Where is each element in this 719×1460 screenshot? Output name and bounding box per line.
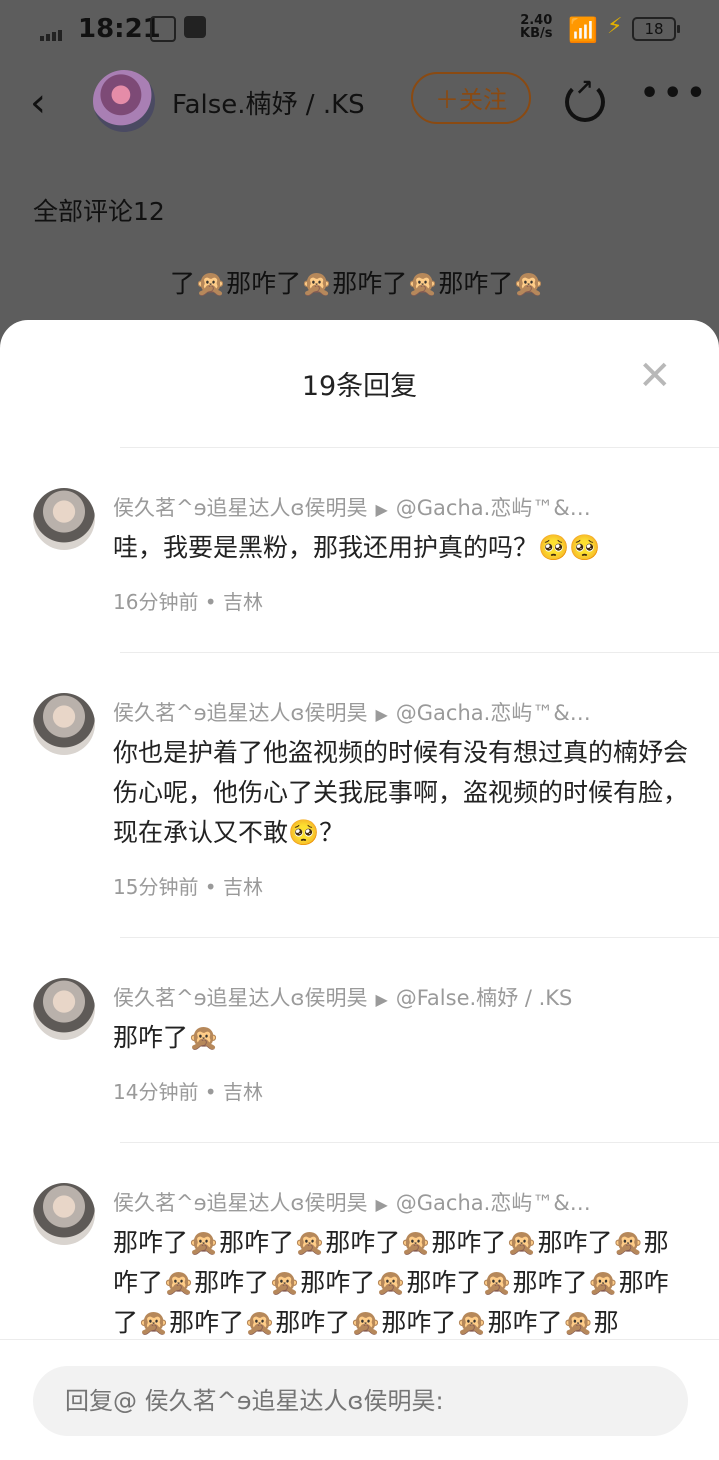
- top-nav: ‹ False.楠妤 / .KS ＋关注 •••: [0, 62, 719, 142]
- reply-time: 14分钟前 • 吉林: [113, 1080, 263, 1104]
- reply-text[interactable]: 那咋了🙊: [113, 1018, 688, 1058]
- reply-user[interactable]: 侯久茗^ɘ追星达人ɞ侯明昊: [113, 986, 367, 1010]
- reply-user[interactable]: 侯久茗^ɘ追星达人ɞ侯明昊: [113, 701, 367, 725]
- reply-target[interactable]: @Gacha.恋屿™&…: [396, 701, 591, 725]
- avatar[interactable]: [33, 693, 95, 755]
- reply-target[interactable]: @Gacha.恋屿™&…: [396, 496, 591, 520]
- share-icon[interactable]: [565, 76, 605, 122]
- play-arrow-icon: ▶: [375, 500, 388, 519]
- author-name[interactable]: False.楠妤 / .KS: [172, 84, 365, 121]
- background-comment-preview: 了🙊那咋了🙊那咋了🙊那咋了🙊: [170, 269, 545, 298]
- sheet-title: 19条回复: [301, 371, 418, 402]
- back-arrow-icon[interactable]: ‹: [30, 80, 46, 126]
- reply-target[interactable]: @Gacha.恋屿™&…: [396, 1191, 591, 1215]
- plus-icon: ＋: [435, 86, 459, 114]
- reply-meta: 侯久茗^ɘ追星达人ɞ侯明昊 ▶ @Gacha.恋屿™&…: [113, 697, 591, 727]
- reply-input-bar: [0, 1339, 719, 1460]
- avatar[interactable]: [33, 1183, 95, 1245]
- play-arrow-icon: ▶: [375, 1195, 388, 1214]
- reply-meta: 侯久茗^ɘ追星达人ɞ侯明昊 ▶ @False.楠妤 / .KS: [113, 982, 572, 1012]
- reply-text[interactable]: 哇，我要是黑粉，那我还用护真的吗？🥺🥺: [113, 528, 688, 568]
- reply-text[interactable]: 你也是护着了他盗视频的时候有没有想过真的楠妤会伤心呢，他伤心了关我屁事啊，盗视频…: [113, 733, 688, 853]
- reply-user[interactable]: 侯久茗^ɘ追星达人ɞ侯明昊: [113, 1191, 367, 1215]
- signal-icon: [40, 22, 64, 41]
- reply-meta: 侯久茗^ɘ追星达人ɞ侯明昊 ▶ @Gacha.恋屿™&…: [113, 492, 591, 522]
- notification-icon: [150, 16, 176, 42]
- reply-time: 16分钟前 • 吉林: [113, 590, 263, 614]
- battery-icon: 18: [632, 17, 680, 41]
- divider: [120, 447, 719, 448]
- divider: [120, 652, 719, 653]
- reply-user[interactable]: 侯久茗^ɘ追星达人ɞ侯明昊: [113, 496, 367, 520]
- reply-input[interactable]: [33, 1366, 688, 1436]
- play-arrow-icon: ▶: [375, 990, 388, 1009]
- reply-time: 15分钟前 • 吉林: [113, 875, 263, 899]
- divider: [120, 1142, 719, 1143]
- charging-icon: ⚡: [607, 14, 623, 39]
- reply-target[interactable]: @False.楠妤 / .KS: [396, 986, 573, 1010]
- status-time: 18:21: [78, 14, 161, 44]
- follow-button[interactable]: ＋关注: [411, 72, 531, 124]
- network-speed-unit: KB/s: [520, 26, 553, 41]
- wifi-icon: 📶: [568, 16, 598, 44]
- reply-sheet: 19条回复 ✕ 侯久茗^ɘ追星达人ɞ侯明昊 ▶ @Gacha.恋屿™&… 哇，我要是…: [0, 320, 719, 1459]
- follow-label: 关注: [459, 86, 507, 114]
- author-avatar[interactable]: [93, 70, 155, 132]
- reply-meta: 侯久茗^ɘ追星达人ɞ侯明昊 ▶ @Gacha.恋屿™&…: [113, 1187, 591, 1217]
- more-icon[interactable]: •••: [640, 76, 710, 111]
- play-arrow-icon: ▶: [375, 705, 388, 724]
- message-icon: [184, 16, 206, 38]
- reply-text[interactable]: 那咋了🙊那咋了🙊那咋了🙊那咋了🙊那咋了🙊那咋了🙊那咋了🙊那咋了🙊那咋了🙊那咋了🙊…: [113, 1223, 688, 1343]
- divider: [120, 937, 719, 938]
- status-bar: 18:21 2.40 KB/s 📶 ⚡ 18: [0, 0, 719, 58]
- network-speed: 2.40 KB/s: [520, 14, 552, 40]
- close-icon[interactable]: ✕: [638, 356, 672, 396]
- avatar[interactable]: [33, 978, 95, 1040]
- comments-heading: 全部评论12: [33, 197, 165, 226]
- avatar[interactable]: [33, 488, 95, 550]
